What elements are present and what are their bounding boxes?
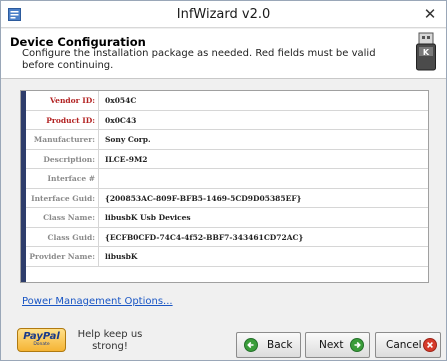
wizard-header: Device Configuration Configure the insta…	[1, 29, 446, 79]
property-value-field[interactable]: ILCE-9M2	[105, 150, 147, 169]
property-row: Class Guid: {ECFB0CFD-74C4-4f52-BBF7-3434…	[26, 227, 428, 247]
window-title: InfWizard v2.0	[176, 7, 271, 22]
property-row: Description: ILCE-9M2	[26, 149, 428, 169]
property-label: Class Guid:	[26, 227, 99, 247]
property-value-field[interactable]: libusbK Usb Devices	[105, 208, 191, 227]
device-properties-grid: Vendor ID: 0x054C Product ID: 0x0C43 Manufac…	[20, 90, 429, 283]
property-label: Interface #	[26, 169, 99, 188]
help-keep-us-strong-text: Help keep us strong!	[77, 329, 143, 352]
property-label: Interface Guid:	[26, 188, 99, 208]
cancel-label: Cancel	[386, 339, 422, 351]
usb-key-icon: K	[416, 32, 436, 71]
title-bar: InfWizard v2.0 ✕	[1, 1, 446, 28]
close-circle-icon	[423, 338, 437, 352]
page-description: Configure the installation package as ne…	[22, 48, 376, 71]
property-label: Vendor ID:	[26, 91, 99, 110]
property-value-field[interactable]: 0x054C	[105, 91, 136, 110]
property-label: Manufacturer:	[26, 130, 99, 149]
property-value-field[interactable]: 0x0C43	[105, 111, 136, 130]
property-row: Class Name: libusbK Usb Devices	[26, 208, 428, 228]
infwizard-window: InfWizard v2.0 ✕ Device Configuration Co…	[0, 0, 447, 361]
svg-text:K: K	[423, 48, 430, 57]
close-icon[interactable]: ✕	[420, 4, 440, 24]
property-value-field[interactable]: libusbK	[105, 247, 137, 266]
back-label: Back	[267, 339, 293, 351]
arrow-right-icon	[350, 338, 364, 352]
property-value-field[interactable]: {200853AC-809F-BFB5-1469-5CD9D05385EF}	[105, 189, 301, 208]
property-label: Product ID:	[26, 110, 99, 130]
power-management-link[interactable]: Power Management Options...	[22, 296, 173, 307]
property-row: Manufacturer: Sony Corp.	[26, 130, 428, 150]
paypal-donate-button[interactable]: PayPal Donate	[17, 328, 66, 352]
property-label: Description:	[26, 149, 99, 169]
property-row: Provider Name: libusbK	[26, 247, 428, 267]
property-value-field[interactable]: {ECFB0CFD-74C4-4f52-BBF7-343461CD72AC}	[105, 228, 303, 247]
paypal-sub-label: Donate	[33, 342, 50, 347]
cancel-button[interactable]: Cancel	[375, 332, 441, 358]
property-row: Product ID: 0x0C43	[26, 110, 428, 130]
property-row: Interface #	[26, 169, 428, 189]
wizard-footer: PayPal Donate Help keep us strong! Back …	[1, 314, 446, 360]
property-row: Vendor ID: 0x054C	[26, 91, 428, 111]
property-label: Class Name:	[26, 208, 99, 227]
arrow-left-icon	[244, 338, 258, 352]
property-row: Interface Guid: {200853AC-809F-BFB5-1469-…	[26, 188, 428, 208]
property-label: Provider Name:	[26, 247, 99, 266]
next-button[interactable]: Next	[305, 332, 370, 358]
back-button[interactable]: Back	[236, 332, 301, 358]
paypal-label: PayPal	[23, 331, 60, 342]
property-value-field[interactable]: Sony Corp.	[105, 130, 151, 149]
next-label: Next	[319, 339, 344, 351]
page-title: Device Configuration	[10, 35, 146, 49]
